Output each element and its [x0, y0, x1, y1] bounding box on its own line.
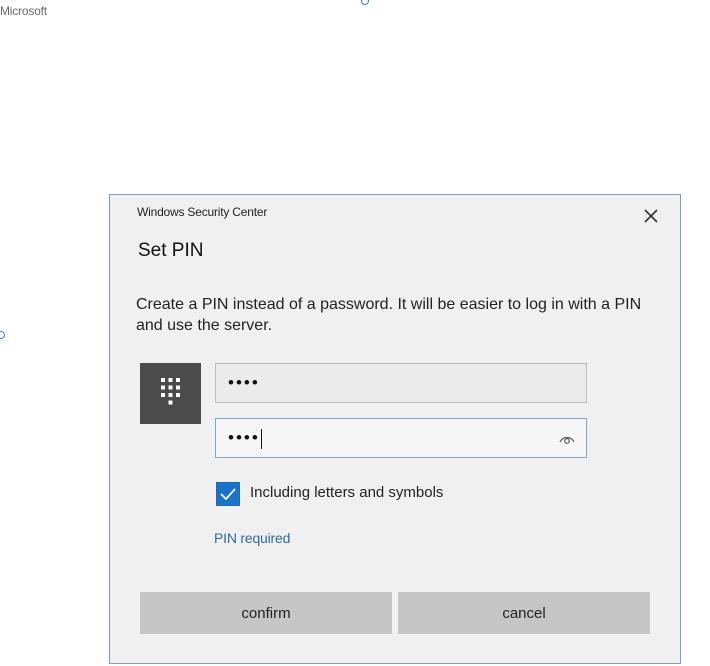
pin-tile	[140, 363, 201, 424]
selection-handle-left[interactable]	[0, 331, 5, 339]
dialog-caption: Windows Security Center	[137, 205, 268, 219]
cancel-button[interactable]: cancel	[398, 592, 650, 634]
close-button[interactable]	[640, 205, 662, 227]
close-icon	[644, 209, 658, 223]
selection-handle-top[interactable]	[361, 0, 369, 5]
confirm-pin-text: ••••	[228, 428, 260, 447]
set-pin-dialog: Windows Security Center Set PIN Create a…	[109, 194, 681, 664]
reveal-pin-button[interactable]	[558, 431, 576, 447]
confirm-pin-input-value: ••••	[228, 427, 262, 449]
confirm-pin-input[interactable]: ••••	[215, 418, 587, 458]
dialog-description: Create a PIN instead of a password. It w…	[136, 296, 642, 334]
pin-input[interactable]: ••••	[215, 363, 587, 403]
letters-symbols-option[interactable]: Including letters and symbols	[216, 481, 443, 507]
checkmark-icon	[220, 488, 236, 501]
letters-symbols-label: Including letters and symbols	[250, 484, 444, 501]
confirm-button[interactable]: confirm	[140, 592, 392, 634]
text-caret	[260, 428, 262, 449]
brand-label: Microsoft	[0, 4, 47, 18]
letters-symbols-checkbox[interactable]	[216, 482, 240, 506]
keypad-icon	[161, 378, 180, 405]
pin-input-value: ••••	[228, 373, 260, 392]
pin-required-link[interactable]: PIN required	[214, 530, 290, 546]
dialog-title: Set PIN	[138, 240, 204, 261]
eye-icon	[559, 436, 575, 444]
